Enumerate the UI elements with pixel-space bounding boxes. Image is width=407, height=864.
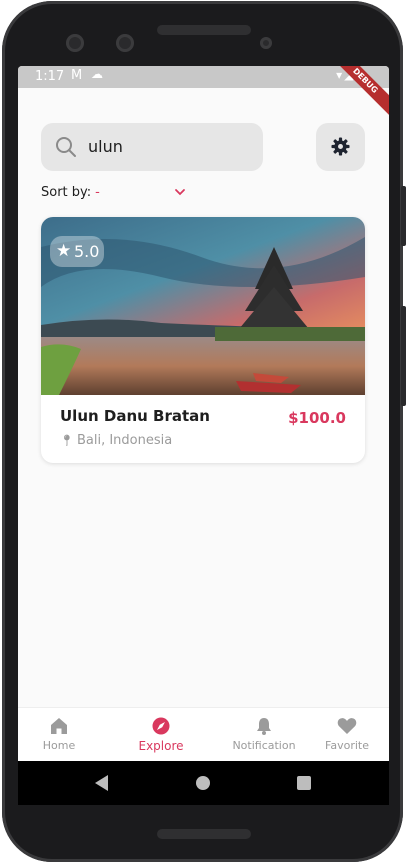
search-field[interactable]: ulun bbox=[41, 123, 263, 171]
status-bar: 1:17 M ☁ ▾◢▮ DEBUG bbox=[18, 66, 389, 122]
wifi-icon: ▾ bbox=[336, 68, 345, 82]
cloud-icon: ☁ bbox=[91, 67, 103, 81]
front-camera bbox=[66, 34, 84, 52]
power-button bbox=[401, 306, 406, 406]
search-input-value[interactable]: ulun bbox=[88, 137, 123, 156]
volume-button bbox=[401, 186, 406, 246]
recent-apps-icon[interactable] bbox=[297, 776, 311, 790]
nav-explore-label: Explore bbox=[138, 739, 184, 753]
nav-home-label: Home bbox=[42, 739, 76, 752]
gear-icon bbox=[331, 137, 350, 156]
bottom-speaker bbox=[157, 829, 251, 839]
home-button-icon[interactable] bbox=[196, 776, 210, 790]
sort-value: - bbox=[95, 185, 100, 200]
nav-home[interactable]: Home bbox=[30, 708, 88, 762]
front-sensor bbox=[116, 34, 134, 52]
home-icon bbox=[51, 718, 67, 734]
app-screen: 1:17 M ☁ ▾◢▮ DEBUG ulun bbox=[18, 66, 389, 805]
status-time: 1:17 bbox=[35, 69, 65, 84]
sort-by-control[interactable]: Sort by: - bbox=[41, 185, 100, 200]
destination-price: $100.0 bbox=[288, 409, 346, 427]
earpiece-speaker bbox=[157, 25, 251, 35]
heart-icon bbox=[337, 718, 357, 734]
rating-badge: ★ 5.0 bbox=[50, 236, 104, 267]
nav-notification-label: Notification bbox=[232, 739, 296, 752]
debug-banner: DEBUG bbox=[324, 66, 389, 122]
location-text: Bali, Indonesia bbox=[76, 433, 173, 448]
nav-favorite-label: Favorite bbox=[325, 739, 369, 752]
bell-icon bbox=[257, 718, 271, 735]
nav-notification[interactable]: Notification bbox=[230, 708, 298, 762]
sort-label: Sort by: bbox=[41, 185, 92, 200]
search-icon bbox=[56, 137, 76, 157]
settings-button[interactable] bbox=[316, 123, 365, 171]
destination-location: 📍︎ Bali, Indonesia bbox=[60, 433, 172, 448]
compass-icon bbox=[152, 717, 170, 735]
bottom-navigation: Home Explore Notification Favorite bbox=[18, 707, 389, 762]
star-icon: ★ bbox=[56, 241, 72, 261]
gmail-icon: M bbox=[71, 68, 83, 83]
proximity-sensor bbox=[260, 37, 272, 49]
system-navigation-bar bbox=[18, 761, 389, 805]
back-icon[interactable] bbox=[95, 775, 108, 791]
rating-value: 5.0 bbox=[74, 242, 100, 261]
nav-favorite[interactable]: Favorite bbox=[322, 708, 372, 762]
destination-title: Ulun Danu Bratan bbox=[60, 407, 210, 425]
destination-card[interactable]: ★ 5.0 Ulun Danu Bratan $100.0 📍︎ Bali, In… bbox=[41, 217, 365, 463]
nav-explore[interactable]: Explore bbox=[128, 708, 194, 762]
location-pin-icon: 📍︎ bbox=[60, 434, 74, 447]
chevron-down-icon[interactable] bbox=[174, 187, 186, 197]
